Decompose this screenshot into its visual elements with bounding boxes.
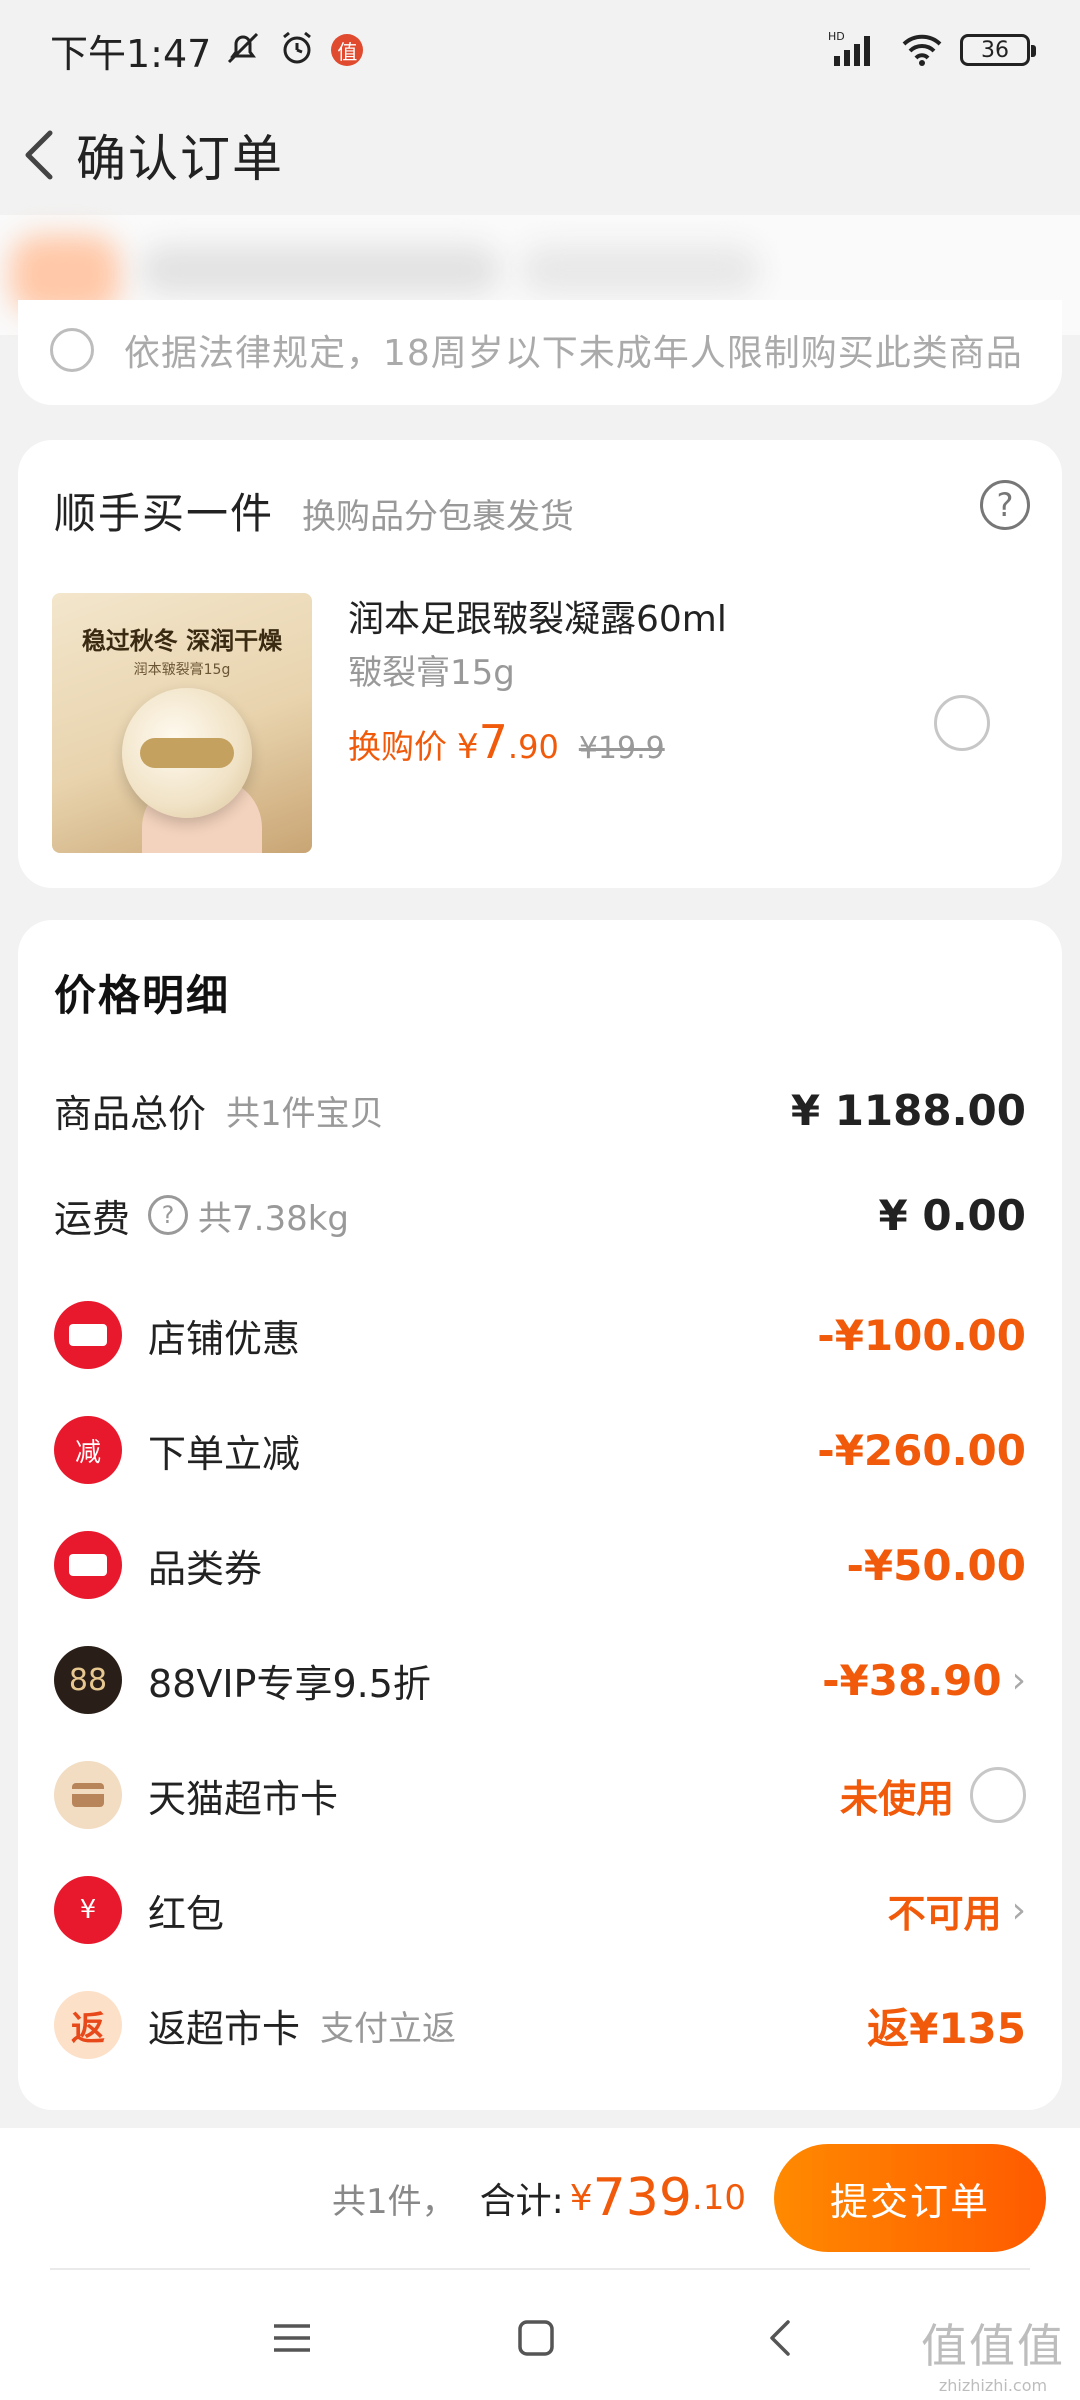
row-label: 88VIP专享9.5折: [148, 1661, 431, 1706]
checkout-bar: 共1件， 合计: ¥ 739 .10 提交订单: [0, 2128, 1080, 2268]
back-triangle-icon: [770, 2320, 790, 2356]
law-notice-text: 依据法律规定，18周岁以下未成年人限制购买此类商品: [124, 333, 1023, 374]
row-shipping: 运费 ? 共7.38kg ¥ 0.00: [18, 1175, 1062, 1255]
status-icons-left: 值: [223, 28, 364, 72]
row-label: 下单立减: [148, 1431, 301, 1476]
row-category-coupon: 品类券 -¥50.00: [18, 1525, 1062, 1605]
total-int: 739: [592, 2168, 692, 2228]
vip88-icon: 88: [54, 1646, 122, 1714]
back-key[interactable]: [752, 2308, 812, 2368]
price-old: ¥19.9: [578, 731, 665, 766]
row-value: ¥ 1188.00: [790, 1085, 1026, 1135]
card-icon: [54, 1761, 122, 1829]
row-sub: 共1件宝贝: [226, 1093, 384, 1134]
square-icon: [518, 2320, 554, 2356]
addon-title: 顺手买一件: [54, 489, 275, 538]
row-value: -¥100.00: [817, 1310, 1026, 1360]
row-label: 返超市卡: [148, 2006, 301, 2051]
row-subtotal: 商品总价 共1件宝贝 ¥ 1188.00: [18, 1070, 1062, 1150]
row-value: 未使用: [839, 1776, 954, 1821]
submit-order-button[interactable]: 提交订单: [774, 2144, 1046, 2252]
row-store-discount: 店铺优惠 -¥100.00: [18, 1295, 1062, 1375]
status-icons-right: HD 36: [828, 28, 1036, 72]
total-label: 合计:: [479, 2181, 564, 2222]
row-label: 运费: [54, 1196, 131, 1241]
wifi-icon: [900, 28, 944, 72]
row-label: 品类券: [148, 1546, 263, 1591]
addon-select-radio[interactable]: [934, 695, 990, 751]
signal-icon: HD: [828, 28, 884, 72]
battery-icon: 36: [960, 34, 1036, 66]
row-value: -¥50.00: [846, 1540, 1026, 1590]
divider: [50, 2268, 1030, 2270]
price-dec: .90: [507, 728, 559, 766]
row-label: 店铺优惠: [148, 1316, 301, 1361]
total-dec: .10: [691, 2178, 746, 2218]
help-icon[interactable]: ?: [980, 480, 1030, 530]
status-bar: 下午1:47 值 HD 36: [0, 0, 1080, 100]
alarm-icon: [277, 28, 317, 72]
jar-illustration: [122, 688, 252, 818]
ticket-icon: [54, 1301, 122, 1369]
notification-badge: 值: [331, 34, 364, 66]
cashback-icon: 返: [54, 1991, 122, 2059]
addon-card: 顺手买一件 换购品分包裹发货 ? 稳过秋冬 深润干燥 润本皲裂膏15g 润本足跟…: [18, 440, 1062, 888]
product-info[interactable]: 润本足跟皲裂凝露60ml 皲裂膏15g 换购价 ¥7.90 ¥19.9: [348, 595, 908, 769]
total-yen: ¥: [569, 2177, 593, 2219]
product-image-sub: 润本皲裂膏15g: [133, 662, 231, 678]
red-packet-icon: ¥: [54, 1876, 122, 1944]
watermark-logo: 值值值: [921, 2319, 1065, 2373]
page-title: 确认订单: [76, 130, 284, 188]
row-cashback-card: 返 返超市卡 支付立返 返¥135: [18, 1985, 1062, 2065]
price-detail-card: 价格明细 商品总价 共1件宝贝 ¥ 1188.00 运费 ? 共7.38kg ¥…: [18, 920, 1062, 2110]
row-tmall-card[interactable]: 天猫超市卡 未使用: [18, 1755, 1062, 1835]
help-icon[interactable]: ?: [148, 1195, 189, 1235]
price-label: 换购价: [348, 727, 447, 766]
price-detail-title: 价格明细: [54, 971, 231, 1020]
menu-icon: [274, 2324, 310, 2352]
home-key[interactable]: [506, 2308, 566, 2368]
nav-bar: 确认订单: [0, 100, 1080, 210]
watermark-url: zhizhizhi.com: [938, 2376, 1048, 2395]
product-image-headline: 稳过秋冬 深润干燥: [81, 627, 283, 655]
row-sub: 支付立返: [320, 2008, 457, 2049]
row-label: 商品总价: [54, 1091, 207, 1136]
row-label: 天猫超市卡: [148, 1776, 339, 1821]
status-time: 下午1:47: [50, 31, 212, 76]
tmall-card-radio[interactable]: [970, 1767, 1026, 1823]
row-value: ¥ 0.00: [878, 1190, 1026, 1240]
product-image[interactable]: 稳过秋冬 深润干燥 润本皲裂膏15g: [52, 593, 312, 853]
row-value: 返¥135: [867, 2003, 1026, 2053]
row-value: -¥38.90: [822, 1655, 1002, 1705]
price-yen: ¥: [457, 727, 479, 767]
watermark: 值值值 zhizhizhi.com: [918, 2310, 1068, 2395]
reduction-icon: 减: [54, 1416, 122, 1484]
menu-key[interactable]: [262, 2308, 322, 2368]
row-red-packet[interactable]: ¥ 红包 不可用 ›: [18, 1870, 1062, 1950]
price-int: 7: [478, 715, 508, 769]
row-label: 红包: [148, 1891, 225, 1936]
ticket-icon: [54, 1531, 122, 1599]
row-value: -¥260.00: [817, 1425, 1026, 1475]
item-count: 共1件，: [331, 2181, 456, 2222]
product-spec: 皲裂膏15g: [348, 653, 515, 693]
row-value: 不可用: [887, 1891, 1002, 1936]
svg-text:HD: HD: [828, 30, 845, 43]
price-line: 换购价 ¥7.90 ¥19.9: [348, 715, 908, 769]
row-order-reduction: 减 下单立减 -¥260.00: [18, 1410, 1062, 1490]
product-name: 润本足跟皲裂凝露60ml: [348, 599, 727, 640]
row-sub: 共7.38kg: [198, 1198, 349, 1239]
law-notice-card: 依据法律规定，18周岁以下未成年人限制购买此类商品: [18, 300, 1062, 405]
chevron-right-icon: ›: [1011, 1889, 1026, 1931]
chevron-right-icon: ›: [1011, 1659, 1026, 1701]
back-button[interactable]: [10, 125, 70, 185]
mute-bell-icon: [223, 28, 263, 72]
row-vip-discount[interactable]: 88 88VIP专享9.5折 -¥38.90 ›: [18, 1640, 1062, 1720]
law-agree-radio[interactable]: [50, 328, 94, 372]
addon-subtitle: 换购品分包裹发货: [302, 497, 575, 537]
chevron-left-icon: [25, 130, 53, 180]
